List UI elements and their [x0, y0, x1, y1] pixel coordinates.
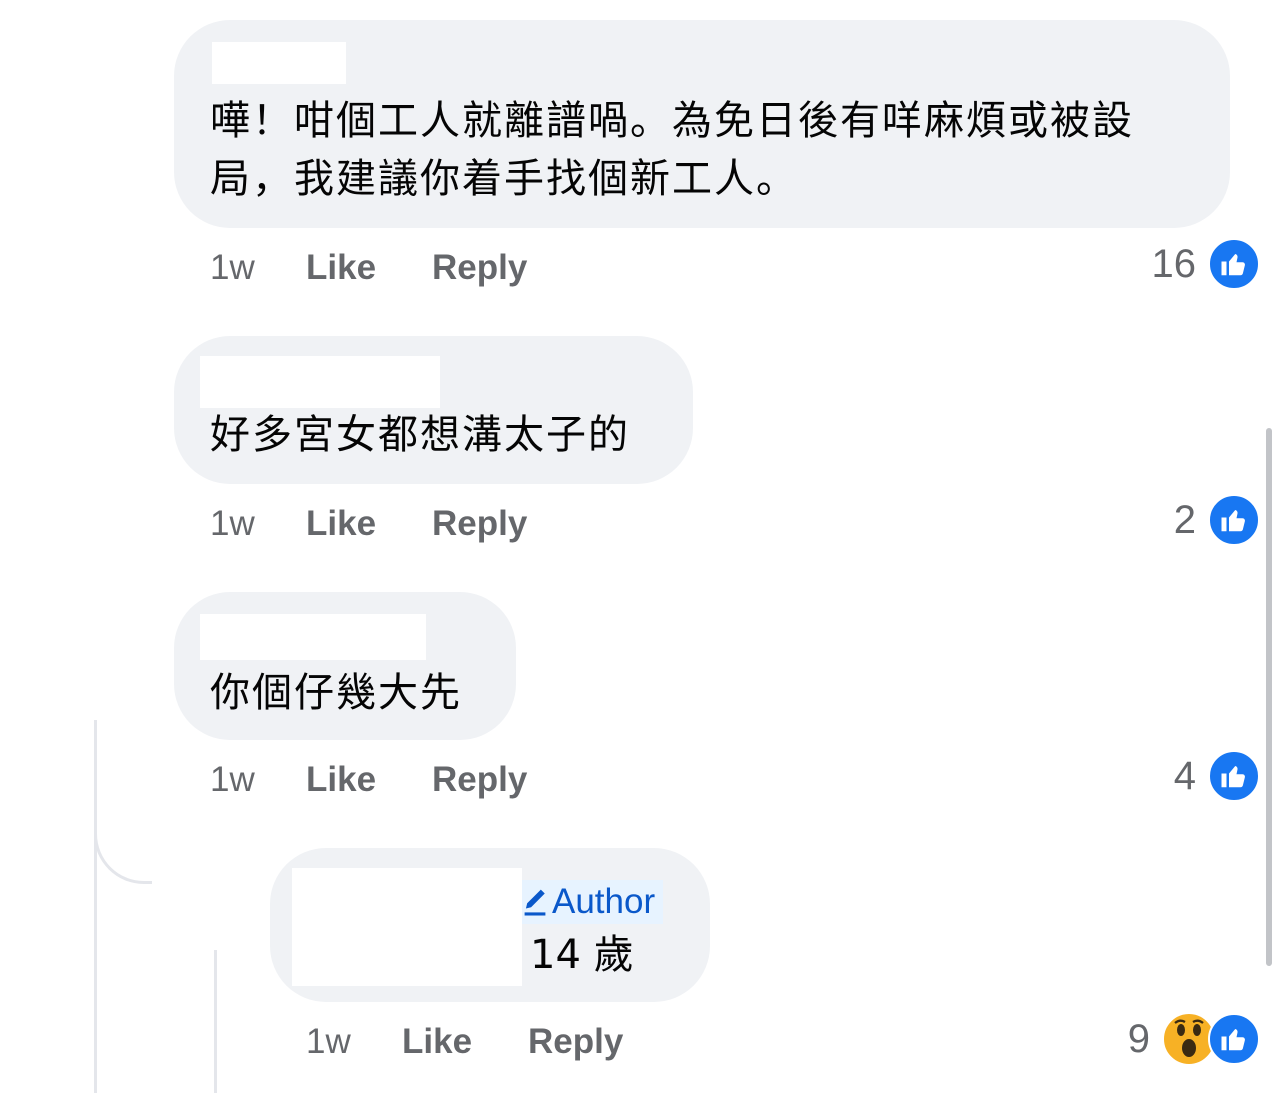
- like-reaction-icon: [1208, 750, 1260, 802]
- commenter-name-redacted[interactable]: [212, 42, 346, 84]
- like-button[interactable]: Like: [402, 1022, 528, 1062]
- comment-bubble-3: 你個仔幾大先: [174, 592, 516, 740]
- author-badge: Author: [522, 880, 664, 924]
- reply-text: 14 歲: [530, 932, 634, 978]
- reaction-summary-1[interactable]: 16: [1151, 238, 1260, 290]
- like-reaction-icon: [1208, 238, 1260, 290]
- reaction-summary-2[interactable]: 2: [1174, 494, 1260, 546]
- comment-actions-2: 1w Like Reply: [210, 502, 527, 546]
- reaction-count: 16: [1151, 241, 1197, 286]
- comment-timestamp[interactable]: 1w: [210, 760, 306, 800]
- reply-button[interactable]: Reply: [432, 504, 527, 544]
- replier-name-redacted[interactable]: [292, 868, 522, 986]
- reaction-summary-3[interactable]: 4: [1174, 750, 1260, 802]
- like-button[interactable]: Like: [306, 760, 432, 800]
- like-reaction-icon: [1208, 1013, 1260, 1065]
- comment-bubble-1: 嘩！咁個工人就離譜喎。為免日後有咩麻煩或被設 局，我建議你着手找個新工人。: [174, 20, 1230, 228]
- comment-text: 好多宮女都想溝太子的: [210, 412, 630, 458]
- comment-actions-3: 1w Like Reply: [210, 758, 527, 802]
- comment-actions-1: 1w Like Reply: [210, 246, 527, 290]
- commenter-name-redacted[interactable]: [200, 614, 426, 660]
- reaction-count: 2: [1173, 497, 1196, 542]
- thread-line-reply: [214, 950, 217, 1093]
- reply-bubble: Author 14 歲: [270, 848, 710, 1002]
- comment-text: 你個仔幾大先: [210, 670, 462, 716]
- reaction-count: 4: [1173, 753, 1196, 798]
- comment-text: 嘩！咁個工人就離譜喎。為免日後有咩麻煩或被設 局，我建議你着手找個新工人。: [210, 98, 1134, 202]
- comment-timestamp[interactable]: 1w: [210, 248, 306, 288]
- reply-button[interactable]: Reply: [432, 248, 527, 288]
- reply-actions: 1w Like Reply: [306, 1020, 623, 1064]
- thread-line-curve: [94, 820, 152, 884]
- reply-timestamp[interactable]: 1w: [306, 1022, 402, 1062]
- reply-button[interactable]: Reply: [432, 760, 527, 800]
- comment-bubble-2: 好多宮女都想溝太子的: [174, 336, 693, 484]
- like-reaction-icon: [1208, 494, 1260, 546]
- commenter-name-redacted[interactable]: [200, 356, 440, 408]
- author-badge-label: Author: [552, 882, 656, 921]
- reply-button[interactable]: Reply: [528, 1022, 623, 1062]
- pencil-icon: [524, 889, 546, 916]
- like-button[interactable]: Like: [306, 504, 432, 544]
- comment-timestamp[interactable]: 1w: [210, 504, 306, 544]
- like-button[interactable]: Like: [306, 248, 432, 288]
- reaction-summary-reply[interactable]: 9: [1128, 1012, 1260, 1066]
- reaction-count: 9: [1127, 1016, 1150, 1061]
- scrollbar[interactable]: [1266, 428, 1272, 966]
- thread-line-main: [94, 720, 97, 1093]
